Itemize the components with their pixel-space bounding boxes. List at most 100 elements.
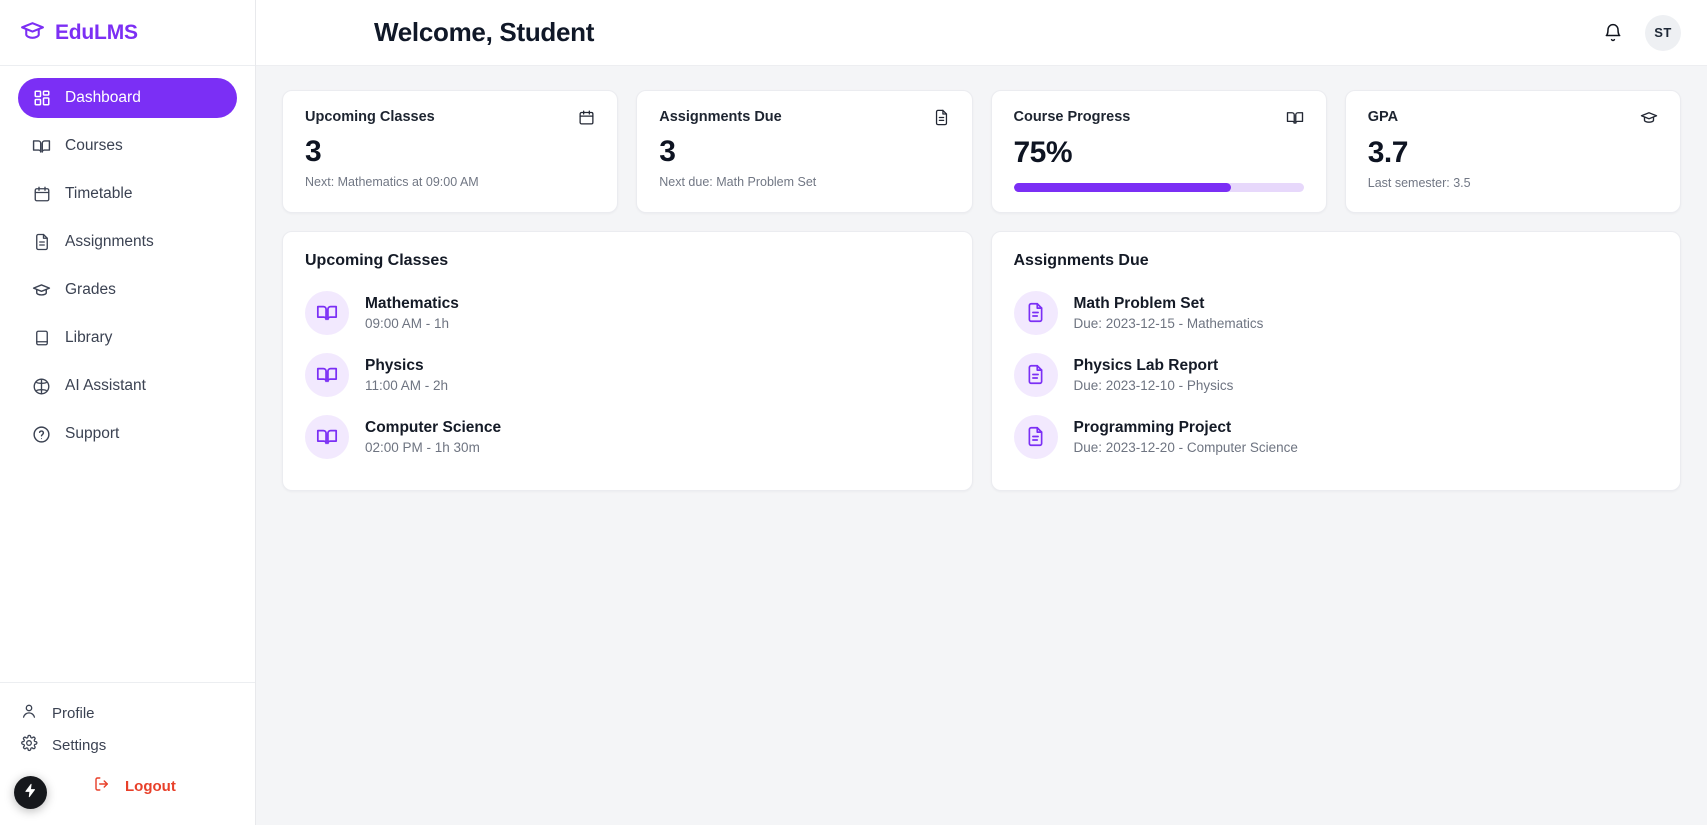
sidebar-item-label: Courses [65,137,123,154]
item-meta: Due: 2023-12-15 - Mathematics [1073,315,1264,331]
app-root: EduLMS Dashboard Courses Timetable Assig… [0,0,1707,825]
item-name: Mathematics [365,294,459,312]
item-meta: Due: 2023-12-10 - Physics [1073,377,1234,393]
book-open-icon [305,414,349,459]
book-open-icon [32,137,51,156]
list-item[interactable]: Mathematics 09:00 AM - 1h [305,282,950,344]
panel-title: Assignments Due [1013,251,1149,269]
sidebar-item-label: Assignments [65,233,154,250]
brain-icon [32,377,51,396]
sidebar-item-library[interactable]: Library [18,318,237,358]
sidebar-item-label: Support [65,425,120,442]
dashboard-content: Upcoming Classes 3 Next: Mathematics at … [256,66,1707,825]
file-text-icon [1013,414,1058,459]
sidebar-item-dashboard[interactable]: Dashboard [18,78,237,118]
graduation-cap-icon [1640,109,1658,127]
calendar-icon [32,185,51,204]
item-meta: 09:00 AM - 1h [365,315,450,331]
sidebar-item-label: AI Assistant [65,377,146,394]
stat-card-course-progress[interactable]: Course Progress 75% [990,90,1327,213]
sidebar-item-timetable[interactable]: Timetable [18,174,237,214]
panels-row: Upcoming Classes Mathematics 09:00 AM - … [282,230,1681,491]
stat-title: GPA [1367,109,1399,125]
file-text-icon [32,233,51,252]
book-open-icon [305,352,349,397]
progress-bar-fill [1013,182,1232,192]
stat-title: Course Progress [1013,109,1131,125]
file-text-icon [933,109,950,126]
item-name: Physics [365,356,424,374]
list-item[interactable]: Programming Project Due: 2023-12-20 - Co… [1013,406,1659,468]
list-item[interactable]: Physics 11:00 AM - 2h [305,344,950,406]
stat-card-gpa[interactable]: GPA 3.7 Last semester: 3.5 [1344,90,1681,213]
sidebar: EduLMS Dashboard Courses Timetable Assig… [0,0,256,825]
stat-subtitle: Last semester: 3.5 [1367,175,1471,190]
quick-action-fab[interactable] [14,776,47,809]
user-icon [20,702,38,724]
sidebar-item-label: Grades [65,281,116,298]
sidebar-item-label: Dashboard [65,89,141,106]
stat-title: Assignments Due [659,109,782,125]
stat-value: 3 [305,135,322,168]
grid-dashboard-icon [32,89,51,108]
sidebar-item-label: Library [65,329,113,346]
stat-value: 3 [659,135,676,168]
logout-label: Logout [125,777,176,795]
main-area: Welcome, Student ST Upcoming Classes 3 N… [256,0,1707,825]
sidebar-nav: Dashboard Courses Timetable Assignments … [0,66,255,462]
stat-subtitle: Next: Mathematics at 09:00 AM [305,174,479,189]
file-text-icon [1013,352,1058,397]
sidebar-item-profile[interactable]: Profile [18,697,237,729]
book-open-icon [305,290,349,335]
panel-assignments-due: Assignments Due Math Problem Set Due: 20… [990,230,1681,491]
bell-icon[interactable] [1603,23,1623,43]
calendar-icon [578,109,595,126]
avatar[interactable]: ST [1645,14,1681,51]
gear-icon [20,734,38,756]
brand-logo[interactable]: EduLMS [0,0,255,66]
item-meta: 02:00 PM - 1h 30m [365,439,480,455]
help-circle-icon [32,425,51,444]
progress-bar-track [1013,182,1304,192]
brand-name: EduLMS [55,20,138,44]
item-name: Physics Lab Report [1073,356,1219,374]
sidebar-item-support[interactable]: Support [18,414,237,454]
stat-title: Upcoming Classes [305,109,435,125]
list-item[interactable]: Physics Lab Report Due: 2023-12-10 - Phy… [1013,344,1659,406]
stat-card-assignments-due[interactable]: Assignments Due 3 Next due: Math Problem… [636,90,973,213]
item-meta: 11:00 AM - 2h [365,377,449,393]
sidebar-item-grades[interactable]: Grades [18,270,237,310]
stat-subtitle: Next due: Math Problem Set [659,174,817,189]
item-name: Programming Project [1073,418,1232,436]
book-open-icon [1286,109,1304,127]
item-name: Computer Science [365,418,502,436]
panel-upcoming-classes: Upcoming Classes Mathematics 09:00 AM - … [282,230,973,491]
top-header: Welcome, Student ST [256,0,1707,66]
list-item[interactable]: Computer Science 02:00 PM - 1h 30m [305,406,950,468]
stat-cards-row: Upcoming Classes 3 Next: Mathematics at … [282,90,1681,213]
stat-card-upcoming-classes[interactable]: Upcoming Classes 3 Next: Mathematics at … [282,90,619,213]
sidebar-item-courses[interactable]: Courses [18,126,237,166]
sidebar-item-settings[interactable]: Settings [18,729,237,761]
logout-icon [93,775,111,797]
panel-title: Upcoming Classes [305,251,449,269]
sidebar-item-label: Timetable [65,185,133,202]
sidebar-item-assignments[interactable]: Assignments [18,222,237,262]
item-name: Math Problem Set [1073,294,1205,312]
list-item[interactable]: Math Problem Set Due: 2023-12-15 - Mathe… [1013,282,1659,344]
sidebar-item-label: Settings [52,736,107,754]
stat-value: 75% [1013,136,1073,169]
sidebar-item-ai-assistant[interactable]: AI Assistant [18,366,237,406]
item-meta: Due: 2023-12-20 - Computer Science [1073,439,1298,455]
sidebar-item-label: Profile [52,704,95,722]
page-title: Welcome, Student [374,17,595,47]
header-actions: ST [1603,14,1681,51]
graduation-cap-icon [20,18,45,48]
file-text-icon [1013,290,1058,335]
graduation-cap-icon [32,281,51,300]
stat-value: 3.7 [1367,136,1409,169]
logout-button[interactable]: Logout [18,761,237,815]
lightning-bolt-icon [23,783,38,803]
book-icon [32,329,51,348]
